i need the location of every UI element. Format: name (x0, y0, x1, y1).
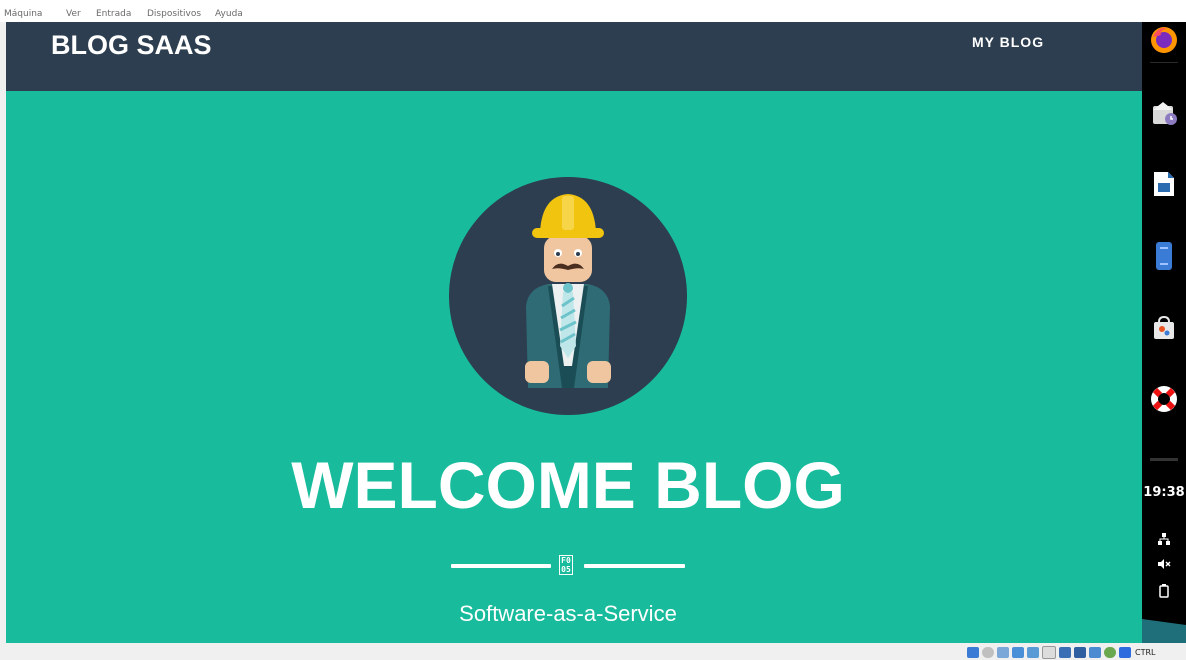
video-capture-icon[interactable] (1074, 646, 1086, 658)
vrde-icon[interactable] (1089, 646, 1101, 658)
site-brand-link[interactable]: BLOG SAAS (51, 29, 212, 61)
cpu-icon[interactable] (1104, 646, 1116, 658)
vm-menu-view[interactable]: Ver (66, 9, 81, 19)
writer-document-icon (1154, 172, 1174, 196)
dock-mail-scheduler[interactable] (1149, 97, 1179, 127)
site-navbar: BLOG SAAS MY BLOG (6, 22, 1142, 91)
divider-line-right (584, 564, 685, 568)
avatar-illustration (448, 176, 688, 416)
nav-link-my-blog[interactable]: MY BLOG (972, 34, 1044, 50)
divider-star-icon: F0 05 (556, 555, 576, 575)
construction-worker-avatar-icon (449, 177, 687, 415)
vm-menu-help[interactable]: Ayuda (215, 9, 243, 19)
host-key-label: CTRL (1135, 647, 1156, 657)
dock-writer[interactable] (1149, 169, 1179, 199)
dock-corner-shape (1142, 619, 1186, 643)
help-lifebuoy-icon (1151, 386, 1177, 412)
divider-line-left (451, 564, 551, 568)
shared-folder-icon[interactable] (1042, 645, 1056, 659)
hard-disk-icon[interactable] (967, 646, 979, 658)
audio-icon[interactable] (997, 646, 1009, 658)
firefox-icon (1151, 27, 1177, 53)
dock-phone-app[interactable] (1149, 241, 1179, 271)
network-icon[interactable] (1154, 530, 1174, 548)
optical-drive-icon[interactable] (982, 646, 994, 658)
usb-icon[interactable] (1027, 646, 1039, 658)
vm-menubar: Máquina Ver Entrada Dispositivos Ayuda (0, 0, 1186, 22)
volume-muted-icon[interactable] (1154, 555, 1174, 573)
battery-icon[interactable] (1154, 582, 1174, 600)
hero-title: WELCOME BLOG (291, 448, 845, 522)
vm-menu-devices[interactable]: Dispositivos (147, 9, 201, 19)
software-store-icon (1154, 315, 1174, 339)
display-icon[interactable] (1059, 646, 1071, 658)
hero-section: WELCOME BLOG F0 05 Software-as-a-Service (6, 91, 1142, 643)
clock[interactable]: 19:38 (1142, 485, 1186, 500)
phone-app-icon (1156, 242, 1172, 270)
desktop-dock: 19:38 (1142, 22, 1186, 643)
guest-screen: BLOG SAAS MY BLOG WELCOME BLOG F0 05 Sof… (6, 22, 1186, 643)
glyph-code-top: F0 (561, 556, 571, 565)
hero-subtitle: Software-as-a-Service (459, 601, 677, 626)
dock-help[interactable] (1149, 384, 1179, 414)
mail-clock-icon (1153, 102, 1177, 125)
network-adapter-icon[interactable] (1012, 646, 1024, 658)
dock-software-store[interactable] (1149, 313, 1179, 343)
glyph-code-bottom: 05 (561, 565, 571, 574)
vm-menu-machine[interactable]: Máquina (4, 9, 42, 19)
vm-statusbar: CTRL (0, 643, 1186, 660)
missing-glyph-box: F0 05 (559, 555, 573, 575)
vm-menu-input[interactable]: Entrada (96, 9, 131, 19)
mouse-integration-icon[interactable] (1119, 646, 1131, 658)
dock-firefox[interactable] (1149, 25, 1179, 55)
